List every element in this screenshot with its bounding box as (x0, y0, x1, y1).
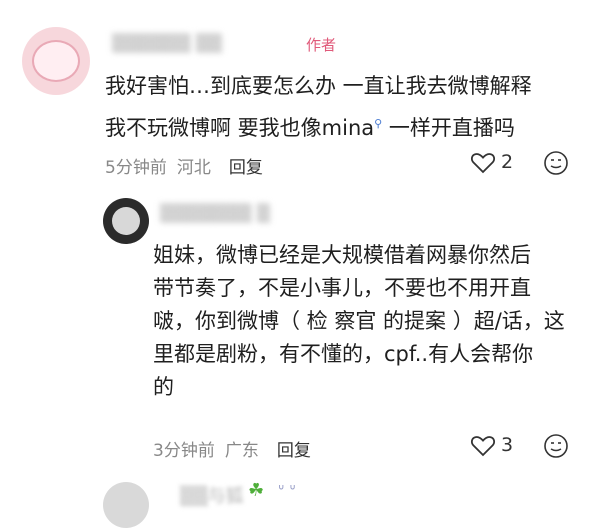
commenter-avatar[interactable] (22, 27, 90, 95)
reply-name-blurred: ▒▒▒▒▒▒▒ ▒ (160, 204, 270, 224)
smiley-icon[interactable] (543, 150, 569, 176)
reply-location: 广东 (224, 441, 259, 461)
clover-icon: ☘ (248, 480, 265, 501)
comment-like-count: 2 (501, 151, 514, 173)
heart-icon[interactable] (470, 434, 496, 458)
reply-text-line: 带节奏了，不是小事儿，不要也不用开直 (153, 276, 531, 300)
smiley-icon[interactable] (543, 433, 569, 459)
author-tag: 作者 (306, 36, 337, 54)
reply-text-line: 的 (153, 375, 174, 399)
reply-like-count: 3 (501, 434, 514, 456)
comment-time: 5分钟前 (105, 158, 167, 178)
next-commenter-avatar[interactable] (103, 482, 149, 528)
reply-text-line: 姐妹，微博已经是大规模借着网暴你然后 (153, 243, 531, 267)
comment-location: 河北 (176, 158, 211, 178)
reply-text: 姐妹，微博已经是大规模借着网暴你然后 带节奏了，不是小事儿，不要也不用开直 啵，… (153, 239, 583, 404)
comment-reply-button[interactable]: 回复 (229, 158, 263, 178)
comment-text-line-2a: 我不玩微博啊 要我也像mina (105, 116, 375, 140)
reply-avatar[interactable] (103, 198, 149, 244)
reply-text-line: 里都是剧粉，有不懂的，cpf..有人会帮你 (153, 342, 534, 366)
comment-text-line-2b: 一样开直播吗 (382, 116, 515, 140)
rabbit-icon: ᐡ ᐡ (278, 481, 296, 500)
reply-text-line: 啵，你到微博（ 检 察官 的提案 ）超/话，这 (153, 309, 565, 333)
reply-meta: 3分钟前 广东 回复 (153, 436, 311, 461)
reply-time: 3分钟前 (153, 441, 215, 461)
search-icon[interactable]: ⚲ (374, 117, 382, 130)
avatar-face (32, 40, 80, 82)
reply-avatar-inner (112, 207, 140, 235)
next-commenter-name-blurred: ▒▒与狐 (180, 486, 244, 507)
reply-reply-button[interactable]: 回复 (277, 441, 311, 461)
comment-text-line-1: 我好害怕…到底要怎么办 一直让我去微博解释 (105, 74, 532, 98)
comment-text-line-2: 我不玩微博啊 要我也像mina⚲ 一样开直播吗 (105, 106, 515, 146)
comment-meta: 5分钟前 河北 回复 (105, 153, 263, 178)
heart-icon[interactable] (470, 151, 496, 175)
commenter-name-blurred: ▒▒▒▒▒▒ ▒▒ (112, 34, 222, 54)
